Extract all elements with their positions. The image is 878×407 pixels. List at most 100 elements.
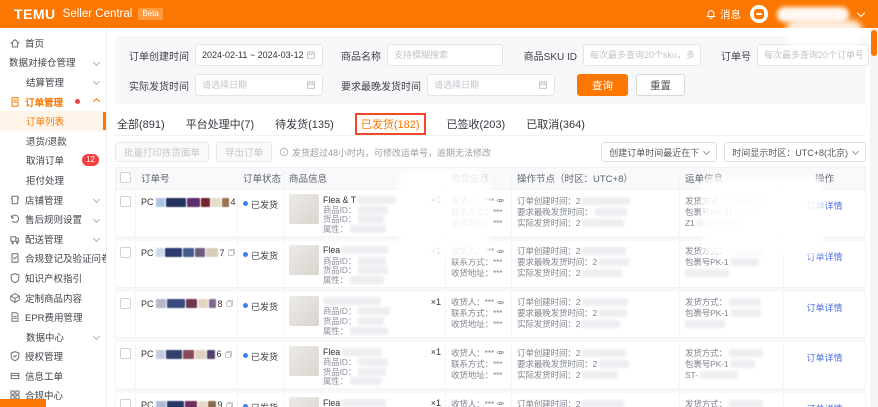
select-all-checkbox[interactable]	[120, 172, 131, 183]
sidebar-item-data-warehouse[interactable]: 数据对接仓管理	[0, 53, 106, 73]
export-orders-button[interactable]: 导出订单	[216, 142, 272, 162]
view-icon[interactable]	[496, 298, 505, 307]
redacted-text	[342, 348, 382, 356]
order-detail-link[interactable]: 订单详情	[806, 250, 842, 285]
actual-ship-time-field[interactable]	[195, 74, 323, 96]
reset-button[interactable]: 重置	[636, 74, 685, 96]
sidebar-item-shop-management[interactable]: 店铺管理	[0, 190, 106, 210]
chevron-down-icon[interactable]	[857, 8, 865, 16]
header-label: 订单状态	[243, 171, 281, 185]
view-icon[interactable]	[496, 348, 505, 357]
product-title	[323, 296, 440, 307]
row-checkbox[interactable]	[120, 348, 131, 359]
waybill-line: 发货方式：	[685, 297, 778, 308]
status-label: 已发货	[251, 249, 278, 285]
copy-icon[interactable]	[225, 401, 234, 407]
sidebar-item-epr-fees[interactable]: EPR费用管理	[0, 307, 106, 327]
tab-0[interactable]: 全部(891)	[117, 116, 165, 132]
redacted-text	[582, 400, 624, 407]
sidebar-item-label: 拒付处理	[26, 173, 64, 187]
scrollbar-thumb[interactable]	[871, 30, 877, 56]
orders-icon	[9, 96, 21, 108]
order-create-time-field[interactable]	[195, 44, 323, 66]
row-checkbox[interactable]	[120, 399, 131, 407]
order-number-redacted	[156, 299, 216, 308]
row-checkbox[interactable]	[120, 196, 131, 207]
product-name-input[interactable]	[394, 50, 496, 60]
main-content: 订单创建时间 商品名称 商品SKU ID 订单号	[107, 28, 878, 407]
latest-ship-time-input[interactable]	[434, 80, 535, 90]
unread-dot	[75, 99, 80, 104]
sidebar-item-aftersale-rules[interactable]: 售后规则设置	[0, 209, 106, 229]
messages-button[interactable]: 消息	[705, 7, 741, 22]
row-checkbox[interactable]	[120, 247, 131, 258]
redacted-text	[685, 269, 729, 277]
sidebar-item-order-list[interactable]: 订单列表	[0, 111, 106, 131]
avatar[interactable]	[750, 5, 768, 23]
sidebar-item-settlement[interactable]: 结算管理	[0, 72, 106, 92]
order-detail-link[interactable]: 订单详情	[806, 351, 842, 386]
copy-icon[interactable]	[224, 350, 233, 359]
order-detail-link[interactable]: 订单详情	[806, 301, 842, 336]
product-name-field[interactable]	[387, 44, 503, 66]
topbar-right: 消息	[705, 5, 864, 23]
view-icon[interactable]	[496, 247, 505, 256]
sidebar-item-home[interactable]: 首页	[0, 33, 106, 53]
actual-ship-time-input[interactable]	[202, 80, 303, 90]
toolbar-right: 创建订单时间最近在下 时间显示时区：UTC+8(北京)	[601, 142, 866, 162]
sidebar-item-chargeback[interactable]: 拒付处理	[0, 170, 106, 190]
redacted-text	[729, 298, 761, 306]
row-checkbox[interactable]	[120, 298, 131, 309]
product-title: Flea	[323, 397, 440, 407]
tab-1[interactable]: 平台处理中(7)	[186, 116, 254, 132]
sidebar-item-auth-management[interactable]: 授权管理	[0, 347, 106, 367]
view-icon[interactable]	[496, 399, 505, 407]
order-create-time-input[interactable]	[202, 50, 303, 60]
order-no-input[interactable]	[764, 50, 862, 60]
sidebar-item-label: EPR费用管理	[25, 310, 83, 324]
search-button[interactable]: 查询	[577, 74, 628, 96]
copy-icon[interactable]	[227, 248, 236, 257]
sidebar-item-data-center[interactable]: 数据中心	[0, 327, 106, 347]
sidebar-item-compliance-survey[interactable]: 合规登记及验证问卷	[0, 249, 106, 269]
waybill-line: ST-	[685, 369, 778, 380]
sidebar-item-cancelled-orders[interactable]: 取消订单12	[0, 151, 106, 171]
sidebar-item-delivery-management[interactable]: 配送管理	[0, 229, 106, 249]
sku-id-input[interactable]	[590, 50, 694, 60]
order-number-redacted	[156, 248, 218, 257]
order-detail-link[interactable]: 订单详情	[806, 199, 842, 234]
order-prefix: PC	[141, 197, 154, 207]
sidebar-item-order-management[interactable]: 订单管理	[0, 92, 106, 112]
sidebar-item-ip-guide[interactable]: 知识产权指引	[0, 268, 106, 288]
table-header: 订单号订单状态商品信息收货信息操作节点（时区：UTC+8）运单信息操作	[115, 167, 866, 190]
timezone-select[interactable]: 时间显示时区：UTC+8(北京)	[724, 142, 866, 162]
batch-print-button[interactable]: 批量打印拣货面单	[115, 142, 209, 162]
sidebar-item-custom-goods[interactable]: 定制商品内容	[0, 288, 106, 308]
redacted-text	[582, 320, 620, 328]
messages-label: 消息	[720, 7, 741, 22]
copy-icon[interactable]	[225, 299, 234, 308]
order-detail-link[interactable]: 订单详情	[806, 402, 842, 407]
tab-4[interactable]: 已签收(203)	[447, 116, 506, 132]
sku-id-field[interactable]	[583, 44, 701, 66]
waybill-line: 发货方式：	[685, 246, 778, 257]
sidebar-item-info-tickets[interactable]: 信息工单	[0, 366, 106, 386]
header-label: 商品信息	[289, 171, 327, 185]
view-icon[interactable]	[496, 196, 505, 205]
waybill-line: 发货方式：	[685, 195, 778, 206]
latest-ship-time-field[interactable]	[427, 74, 555, 96]
tab-2[interactable]: 待发货(135)	[275, 116, 334, 132]
tab-5[interactable]: 已取消(364)	[526, 116, 585, 132]
page-scrollbar[interactable]	[870, 28, 878, 407]
calendar-icon	[538, 80, 548, 90]
order-no-field[interactable]	[757, 44, 869, 66]
waybill-info-cell: 发货方式：包裹号PK-1	[680, 393, 784, 407]
order-number: PC7	[141, 248, 232, 258]
tab-3-selected[interactable]: 已发货(182)	[355, 113, 426, 135]
status-dot	[243, 303, 248, 308]
product-info-cell: 商品ID：货品ID：属性：×1	[284, 292, 446, 338]
order-suffix: 9	[218, 400, 223, 407]
sort-order-select[interactable]: 创建订单时间最近在下	[601, 142, 717, 162]
operation-line: 订单创建时间：2	[517, 347, 674, 358]
sidebar-item-returns-refunds[interactable]: 退货/退款	[0, 131, 106, 151]
